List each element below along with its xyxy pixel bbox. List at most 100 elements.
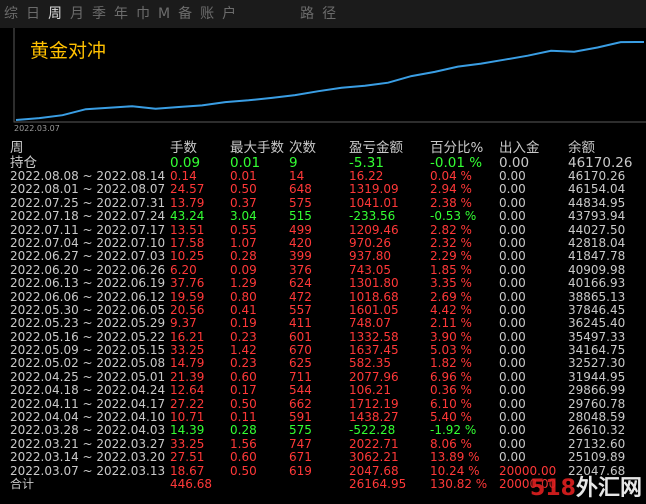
header-balance: 余额: [568, 140, 595, 156]
weekly-stats-table: 周 手数 最大手数 次数 盈亏金额 百分比% 出入金 余额 持仓 0.09 0.…: [0, 140, 646, 491]
holding-row: 持仓 0.09 0.01 9 -5.31 -0.01 % 0.00 46170.…: [0, 156, 646, 170]
header-max-lots: 最大手数: [230, 140, 284, 156]
cell-io: 0.00: [499, 222, 526, 237]
cell-pnl: 1301.80: [349, 276, 399, 291]
cell-count: 670: [289, 343, 312, 358]
cell-pct: 3.35 %: [430, 276, 472, 291]
header-percent: 百分比%: [430, 140, 484, 156]
cell-lots: 0.14: [170, 169, 197, 183]
table-row: 2022.06.27 ~ 2022.07.03 10.25 0.28 399 937.8…: [0, 249, 646, 264]
tab-11[interactable]: 路: [296, 0, 318, 28]
holding-deposit: 0.00: [499, 155, 530, 171]
cell-max: 0.28: [230, 423, 257, 438]
tab-3[interactable]: 月: [66, 0, 88, 28]
cell-period: 2022.07.04 ~ 2022.07.10: [10, 235, 166, 250]
cell-bal: 44027.50: [568, 222, 626, 237]
cell-max: 1.56: [230, 436, 257, 451]
cell-bal: 36245.40: [568, 316, 626, 331]
cell-lots: 24.57: [170, 182, 205, 197]
cell-count: 557: [289, 302, 312, 317]
cell-bal: 46154.04: [568, 182, 626, 197]
cell-pct: 6.96 %: [430, 369, 472, 384]
cell-pct: 2.11 %: [430, 316, 472, 331]
cell-pct: 6.10 %: [430, 396, 472, 411]
cell-count: 601: [289, 329, 312, 344]
tab-1[interactable]: 日: [22, 0, 44, 28]
cell-pct: 0.36 %: [430, 383, 472, 398]
header-deposit: 出入金: [499, 140, 540, 156]
table-row: 2022.05.23 ~ 2022.05.29 9.37 0.19 411 748.07…: [0, 316, 646, 331]
cell-count: 619: [289, 463, 312, 478]
cell-max: 0.50: [230, 463, 257, 478]
cell-io: 0.00: [499, 169, 526, 183]
tab-6[interactable]: 巾: [132, 0, 154, 28]
cell-io: 0.00: [499, 276, 526, 291]
cell-lots: 10.25: [170, 249, 205, 264]
tab-4[interactable]: 季: [88, 0, 110, 28]
tab-12[interactable]: 径: [318, 0, 340, 28]
header-pnl: 盈亏金额: [349, 140, 403, 156]
tab-0[interactable]: 综: [0, 0, 22, 28]
tab-5[interactable]: 年: [110, 0, 132, 28]
cell-max: 3.04: [230, 209, 257, 224]
cell-count: 591: [289, 410, 312, 425]
cell-period: 2022.06.13 ~ 2022.06.19: [10, 276, 166, 291]
total-pnl: 26164.95: [349, 476, 407, 491]
cell-count: 575: [289, 423, 312, 438]
cell-io: 0.00: [499, 356, 526, 371]
cell-count: 625: [289, 356, 312, 371]
cell-bal: 46170.26: [568, 169, 626, 183]
cell-io: 0.00: [499, 262, 526, 277]
cell-lots: 13.51: [170, 222, 205, 237]
cell-pnl: 2047.68: [349, 463, 399, 478]
table-row: 2022.05.09 ~ 2022.05.15 33.25 1.42 670 1637.…: [0, 343, 646, 358]
tab-8[interactable]: 备: [174, 0, 196, 28]
cell-io: 0.00: [499, 410, 526, 425]
cell-count: 411: [289, 316, 312, 331]
cell-pnl: 1319.09: [349, 182, 399, 197]
table-header-row: 周 手数 最大手数 次数 盈亏金额 百分比% 出入金 余额: [0, 140, 646, 156]
tab-9[interactable]: 账: [196, 0, 218, 28]
cell-pct: 2.38 %: [430, 195, 472, 210]
cell-pnl: 1209.46: [349, 222, 399, 237]
cell-count: 14: [289, 169, 305, 183]
cell-io: 0.00: [499, 316, 526, 331]
cell-pnl: 743.05: [349, 262, 391, 277]
table-row: 2022.04.11 ~ 2022.04.17 27.22 0.50 662 1712.…: [0, 396, 646, 411]
equity-line: [15, 41, 645, 121]
header-count: 次数: [289, 140, 316, 156]
cell-io: 0.00: [499, 302, 526, 317]
holding-count: 9: [289, 155, 298, 171]
cell-pnl: 970.26: [349, 235, 391, 250]
cell-pct: 2.29 %: [430, 249, 472, 264]
cell-period: 2022.03.28 ~ 2022.04.03: [10, 423, 166, 438]
tab-7[interactable]: M: [154, 0, 174, 28]
cell-io: 0.00: [499, 195, 526, 210]
cell-period: 2022.06.27 ~ 2022.07.03: [10, 249, 166, 264]
cell-io: 0.00: [499, 423, 526, 438]
tab-10[interactable]: 户: [218, 0, 240, 28]
period-tab-bar: 综日周月季年巾M备账户 路径: [0, 0, 646, 28]
table-row: 2022.04.04 ~ 2022.04.10 10.71 0.11 591 1438.…: [0, 410, 646, 425]
table-row: 2022.04.18 ~ 2022.04.24 12.64 0.17 544 106.2…: [0, 383, 646, 398]
cell-io: 0.00: [499, 289, 526, 304]
cell-max: 0.37: [230, 195, 257, 210]
holding-percent: -0.01 %: [430, 155, 483, 171]
cell-pnl: -233.56: [349, 209, 396, 224]
cell-bal: 28048.59: [568, 410, 626, 425]
cell-count: 662: [289, 396, 312, 411]
tab-2[interactable]: 周: [44, 0, 66, 28]
cell-io: 0.00: [499, 235, 526, 250]
cell-pct: 2.69 %: [430, 289, 472, 304]
cell-max: 0.11: [230, 410, 257, 425]
chart-title: 黄金对冲: [30, 40, 107, 62]
table-row: 2022.05.16 ~ 2022.05.22 16.21 0.23 601 1332.…: [0, 329, 646, 344]
cell-max: 0.50: [230, 182, 257, 197]
cell-period: 2022.05.02 ~ 2022.05.08: [10, 356, 166, 371]
cell-bal: 44834.95: [568, 195, 626, 210]
cell-pct: 2.82 %: [430, 222, 472, 237]
holding-lots: 0.09: [170, 155, 201, 171]
cell-pnl: 2022.71: [349, 436, 399, 451]
cell-lots: 17.58: [170, 235, 205, 250]
cell-period: 2022.05.30 ~ 2022.06.05: [10, 302, 166, 317]
